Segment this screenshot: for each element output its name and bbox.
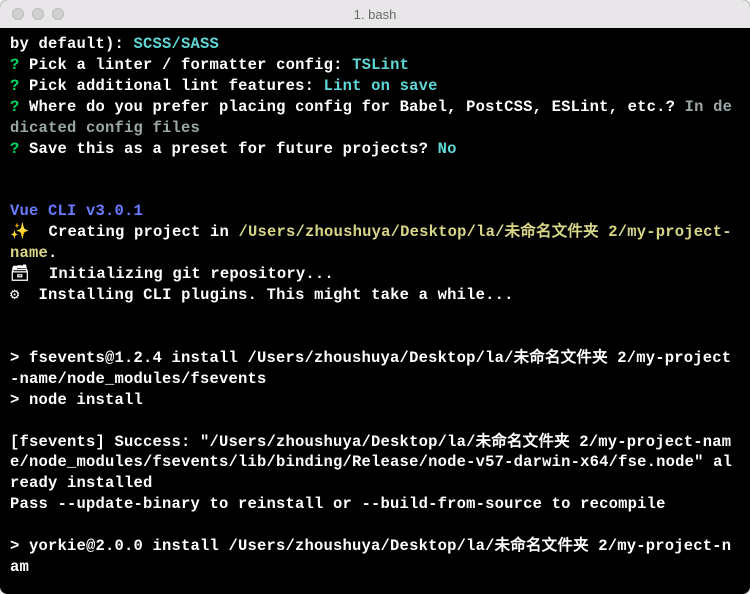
prompt-marker: ? [10,98,20,116]
zoom-icon[interactable] [52,8,64,20]
text: . [48,244,58,262]
window-controls [0,8,64,20]
output-line: > fsevents@1.2.4 install /Users/zhoushuy… [10,349,731,388]
space [20,56,30,74]
output-line: > node install [10,391,143,409]
prompt-text: Pick a linter / formatter config: [29,56,343,74]
answer-text: SCSS/SASS [134,35,220,53]
output-line: [fsevents] Success: "/Users/zhoushuya/De… [10,433,732,493]
text: Creating project in [30,223,239,241]
terminal-window: 1. bash by default): SCSS/SASS ? Pick a … [0,0,750,594]
space [20,77,30,95]
minimize-icon[interactable] [32,8,44,20]
prompt-text: Save this as a preset for future project… [29,140,428,158]
terminal-body[interactable]: by default): SCSS/SASS ? Pick a linter /… [0,28,750,594]
prompt-text: Where do you prefer placing config for B… [29,98,675,116]
text: by default): [10,35,134,53]
space [20,98,30,116]
text: Installing CLI plugins. This might take … [20,286,514,304]
space [314,77,324,95]
titlebar[interactable]: 1. bash [0,0,750,28]
prompt-marker: ? [10,140,20,158]
prompt-marker: ? [10,56,20,74]
prompt-marker: ? [10,77,20,95]
space [428,140,438,158]
answer-text: TSLint [352,56,409,74]
output-line: > yorkie@2.0.0 install /Users/zhoushuya/… [10,537,731,576]
output-line: Pass --update-binary to reinstall or --b… [10,495,666,513]
gear-icon: ⚙ [10,286,20,304]
answer-text: Lint on save [324,77,438,95]
cli-banner: Vue CLI v3.0.1 [10,202,143,220]
window-title: 1. bash [0,7,750,22]
prompt-text: Pick additional lint features: [29,77,314,95]
space [675,98,685,116]
close-icon[interactable] [12,8,24,20]
space [343,56,353,74]
text: Initializing git repository... [30,265,334,283]
space [20,140,30,158]
answer-text: No [438,140,457,158]
sparkles-icon: ✨ [10,223,30,241]
package-icon: 🗃 [10,265,30,283]
